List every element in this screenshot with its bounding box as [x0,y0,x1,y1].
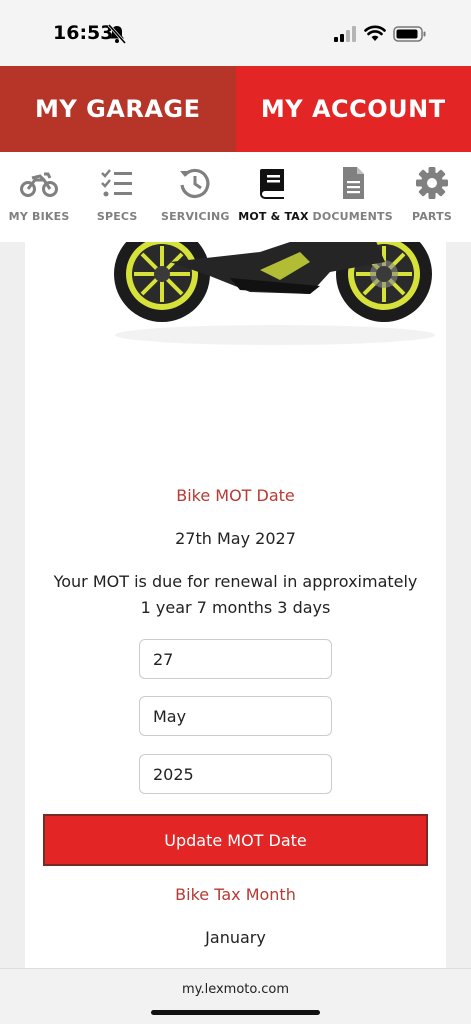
mot-year-field[interactable]: 2025 [139,754,332,794]
nav-label-servicing: SERVICING [160,210,230,223]
update-mot-date-button[interactable]: Update MOT Date [43,814,428,866]
bell-slash-icon [108,24,126,44]
nav-label-parts: PARTS [411,210,452,223]
nav-servicing[interactable]: SERVICING [156,152,234,242]
nav-specs[interactable]: SPECS [78,152,156,242]
tab-my-garage[interactable]: MY GARAGE [0,66,236,152]
tab-my-account[interactable]: MY ACCOUNT [235,66,471,152]
nav-label-my-bikes: MY BIKES [8,210,70,223]
history-icon [180,168,210,198]
mot-due-line-1: Your MOT is due for renewal in approxima… [53,572,418,591]
url-text: my.lexmoto.com [181,982,290,997]
nav-label-documents: DOCUMENTS [312,210,393,223]
mot-month-field[interactable]: May [139,696,332,736]
nav-documents[interactable]: DOCUMENTS [313,152,393,242]
section-nav: MY BIKES SPECS SERVICING MOT & TAX DOCUM… [0,152,471,242]
motorcycle-photo [114,242,435,345]
battery-icon [393,26,426,42]
mot-tax-panel: Bike MOT Date 27th May 2027 Your MOT is … [25,242,446,968]
mot-day-field[interactable]: 27 [139,639,332,679]
book-icon [260,169,285,199]
signal-icon [334,26,356,42]
status-bar: 16:53 [0,0,471,66]
tax-month-value: January [205,928,266,947]
nav-label-specs: SPECS [96,210,138,223]
nav-mot-tax[interactable]: MOT & TAX [234,152,312,242]
mot-due-line-2: 1 year 7 months 3 days [140,598,331,617]
status-time: 16:53 [53,22,114,44]
browser-url-bar[interactable]: my.lexmoto.com [0,968,471,1024]
gear-icon [415,167,448,199]
mot-date-value: 27th May 2027 [175,529,296,548]
mot-date-label: Bike MOT Date [176,486,295,505]
wifi-icon [364,25,386,41]
motorcycle-icon [20,172,59,197]
nav-parts[interactable]: PARTS [393,152,471,242]
home-indicator[interactable] [151,1010,320,1015]
tax-month-label: Bike Tax Month [175,885,296,904]
top-tabs: MY GARAGE MY ACCOUNT [0,66,471,152]
nav-my-bikes[interactable]: MY BIKES [0,152,78,242]
nav-label-mot-tax: MOT & TAX [238,210,309,223]
document-icon [342,167,364,199]
checklist-icon [101,169,133,197]
